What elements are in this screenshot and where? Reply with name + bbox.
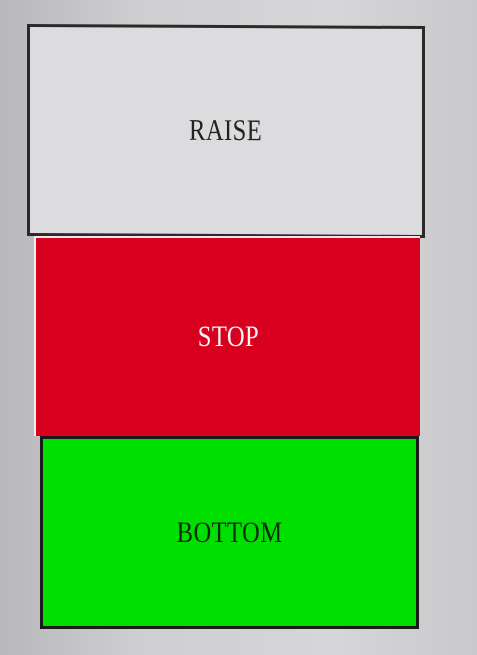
stop-button-label: STOP (197, 320, 259, 353)
stop-button[interactable]: STOP (34, 236, 420, 436)
bottom-button[interactable]: BOTTOM (40, 436, 419, 629)
hmi-control-panel: RAISE STOP BOTTOM (0, 0, 477, 655)
raise-button-label: RAISE (189, 113, 263, 148)
raise-button[interactable]: RAISE (27, 23, 425, 239)
bottom-button-label: BOTTOM (176, 515, 283, 549)
